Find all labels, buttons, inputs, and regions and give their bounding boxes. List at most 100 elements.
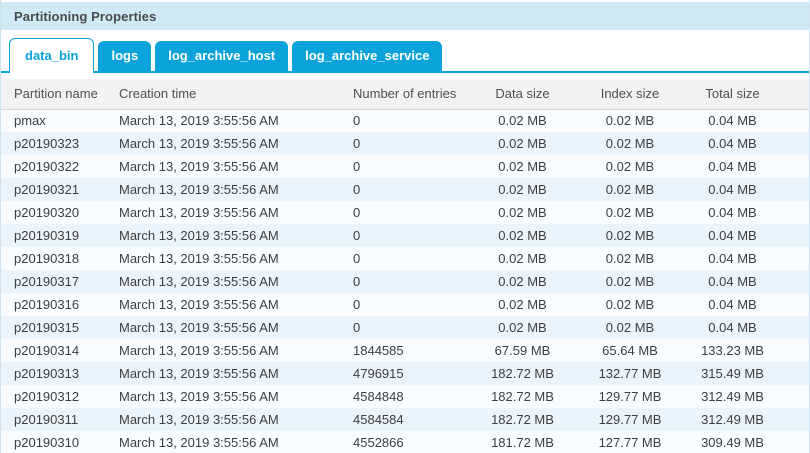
cell-total-size: 312.49 MB <box>680 385 785 408</box>
column-header-data-size: Data size <box>465 79 580 109</box>
cell-spacer <box>785 339 810 362</box>
panel-title: Partitioning Properties <box>14 9 156 24</box>
cell-total-size: 309.49 MB <box>680 431 785 453</box>
cell-creation-time: March 13, 2019 3:55:56 AM <box>106 224 340 247</box>
cell-number-of-entries: 4584848 <box>340 385 465 408</box>
cell-total-size: 0.04 MB <box>680 316 785 339</box>
cell-total-size: 133.23 MB <box>680 339 785 362</box>
tab-log-archive-host[interactable]: log_archive_host <box>155 41 288 71</box>
table-row: p20190319 March 13, 2019 3:55:56 AM 0 0.… <box>1 224 810 247</box>
table-row: p20190317 March 13, 2019 3:55:56 AM 0 0.… <box>1 270 810 293</box>
cell-total-size: 0.04 MB <box>680 132 785 155</box>
cell-spacer <box>785 408 810 431</box>
cell-data-size: 0.02 MB <box>465 201 580 224</box>
table-header-row: Partition name Creation time Number of e… <box>1 79 810 109</box>
cell-partition-name: p20190316 <box>1 293 106 316</box>
partition-table-body: pmax March 13, 2019 3:55:56 AM 0 0.02 MB… <box>1 109 810 453</box>
cell-total-size: 0.04 MB <box>680 247 785 270</box>
cell-partition-name: p20190323 <box>1 132 106 155</box>
cell-spacer <box>785 270 810 293</box>
cell-data-size: 182.72 MB <box>465 362 580 385</box>
cell-number-of-entries: 4584584 <box>340 408 465 431</box>
cell-data-size: 182.72 MB <box>465 408 580 431</box>
table-row: p20190323 March 13, 2019 3:55:56 AM 0 0.… <box>1 132 810 155</box>
cell-number-of-entries: 0 <box>340 109 465 132</box>
cell-spacer <box>785 362 810 385</box>
cell-spacer <box>785 385 810 408</box>
column-header-spacer <box>785 79 810 109</box>
cell-partition-name: p20190321 <box>1 178 106 201</box>
cell-data-size: 0.02 MB <box>465 293 580 316</box>
cell-creation-time: March 13, 2019 3:55:56 AM <box>106 431 340 453</box>
tab-bar: data_bin logs log_archive_host log_archi… <box>1 30 809 73</box>
cell-creation-time: March 13, 2019 3:55:56 AM <box>106 293 340 316</box>
cell-data-size: 0.02 MB <box>465 270 580 293</box>
cell-number-of-entries: 0 <box>340 270 465 293</box>
cell-partition-name: p20190313 <box>1 362 106 385</box>
cell-number-of-entries: 0 <box>340 224 465 247</box>
cell-data-size: 0.02 MB <box>465 247 580 270</box>
cell-total-size: 312.49 MB <box>680 408 785 431</box>
cell-number-of-entries: 0 <box>340 178 465 201</box>
cell-number-of-entries: 1844585 <box>340 339 465 362</box>
cell-partition-name: pmax <box>1 109 106 132</box>
cell-spacer <box>785 431 810 453</box>
cell-index-size: 0.02 MB <box>580 201 680 224</box>
cell-partition-name: p20190319 <box>1 224 106 247</box>
cell-spacer <box>785 178 810 201</box>
tab-data-bin[interactable]: data_bin <box>9 38 94 73</box>
cell-creation-time: March 13, 2019 3:55:56 AM <box>106 270 340 293</box>
table-row: p20190321 March 13, 2019 3:55:56 AM 0 0.… <box>1 178 810 201</box>
cell-index-size: 0.02 MB <box>580 270 680 293</box>
cell-index-size: 0.02 MB <box>580 132 680 155</box>
cell-index-size: 0.02 MB <box>580 247 680 270</box>
cell-data-size: 0.02 MB <box>465 132 580 155</box>
cell-creation-time: March 13, 2019 3:55:56 AM <box>106 362 340 385</box>
cell-number-of-entries: 0 <box>340 132 465 155</box>
cell-spacer <box>785 247 810 270</box>
cell-number-of-entries: 0 <box>340 155 465 178</box>
cell-index-size: 129.77 MB <box>580 408 680 431</box>
cell-number-of-entries: 0 <box>340 316 465 339</box>
cell-data-size: 0.02 MB <box>465 155 580 178</box>
cell-creation-time: March 13, 2019 3:55:56 AM <box>106 178 340 201</box>
cell-creation-time: March 13, 2019 3:55:56 AM <box>106 201 340 224</box>
cell-spacer <box>785 201 810 224</box>
partition-table: Partition name Creation time Number of e… <box>1 79 810 453</box>
cell-spacer <box>785 293 810 316</box>
cell-number-of-entries: 4796915 <box>340 362 465 385</box>
table-row: p20190314 March 13, 2019 3:55:56 AM 1844… <box>1 339 810 362</box>
cell-number-of-entries: 0 <box>340 293 465 316</box>
cell-partition-name: p20190318 <box>1 247 106 270</box>
column-header-total-size: Total size <box>680 79 785 109</box>
cell-creation-time: March 13, 2019 3:55:56 AM <box>106 385 340 408</box>
cell-partition-name: p20190311 <box>1 408 106 431</box>
cell-spacer <box>785 224 810 247</box>
cell-creation-time: March 13, 2019 3:55:56 AM <box>106 132 340 155</box>
tab-logs[interactable]: logs <box>98 41 151 71</box>
tab-log-archive-service[interactable]: log_archive_service <box>292 41 442 71</box>
partitioning-properties-panel: Partitioning Properties data_bin logs lo… <box>0 0 810 453</box>
cell-index-size: 0.02 MB <box>580 178 680 201</box>
cell-partition-name: p20190312 <box>1 385 106 408</box>
table-row: p20190312 March 13, 2019 3:55:56 AM 4584… <box>1 385 810 408</box>
cell-total-size: 0.04 MB <box>680 224 785 247</box>
cell-index-size: 65.64 MB <box>580 339 680 362</box>
cell-index-size: 0.02 MB <box>580 224 680 247</box>
cell-index-size: 0.02 MB <box>580 293 680 316</box>
cell-spacer <box>785 155 810 178</box>
table-row: p20190320 March 13, 2019 3:55:56 AM 0 0.… <box>1 201 810 224</box>
table-row: p20190313 March 13, 2019 3:55:56 AM 4796… <box>1 362 810 385</box>
cell-spacer <box>785 316 810 339</box>
cell-partition-name: p20190314 <box>1 339 106 362</box>
table-row: p20190311 March 13, 2019 3:55:56 AM 4584… <box>1 408 810 431</box>
cell-creation-time: March 13, 2019 3:55:56 AM <box>106 155 340 178</box>
cell-total-size: 0.04 MB <box>680 178 785 201</box>
column-header-index-size: Index size <box>580 79 680 109</box>
cell-number-of-entries: 4552866 <box>340 431 465 453</box>
cell-partition-name: p20190310 <box>1 431 106 453</box>
cell-data-size: 182.72 MB <box>465 385 580 408</box>
cell-data-size: 181.72 MB <box>465 431 580 453</box>
cell-total-size: 0.04 MB <box>680 109 785 132</box>
column-header-number-of-entries: Number of entries <box>340 79 465 109</box>
